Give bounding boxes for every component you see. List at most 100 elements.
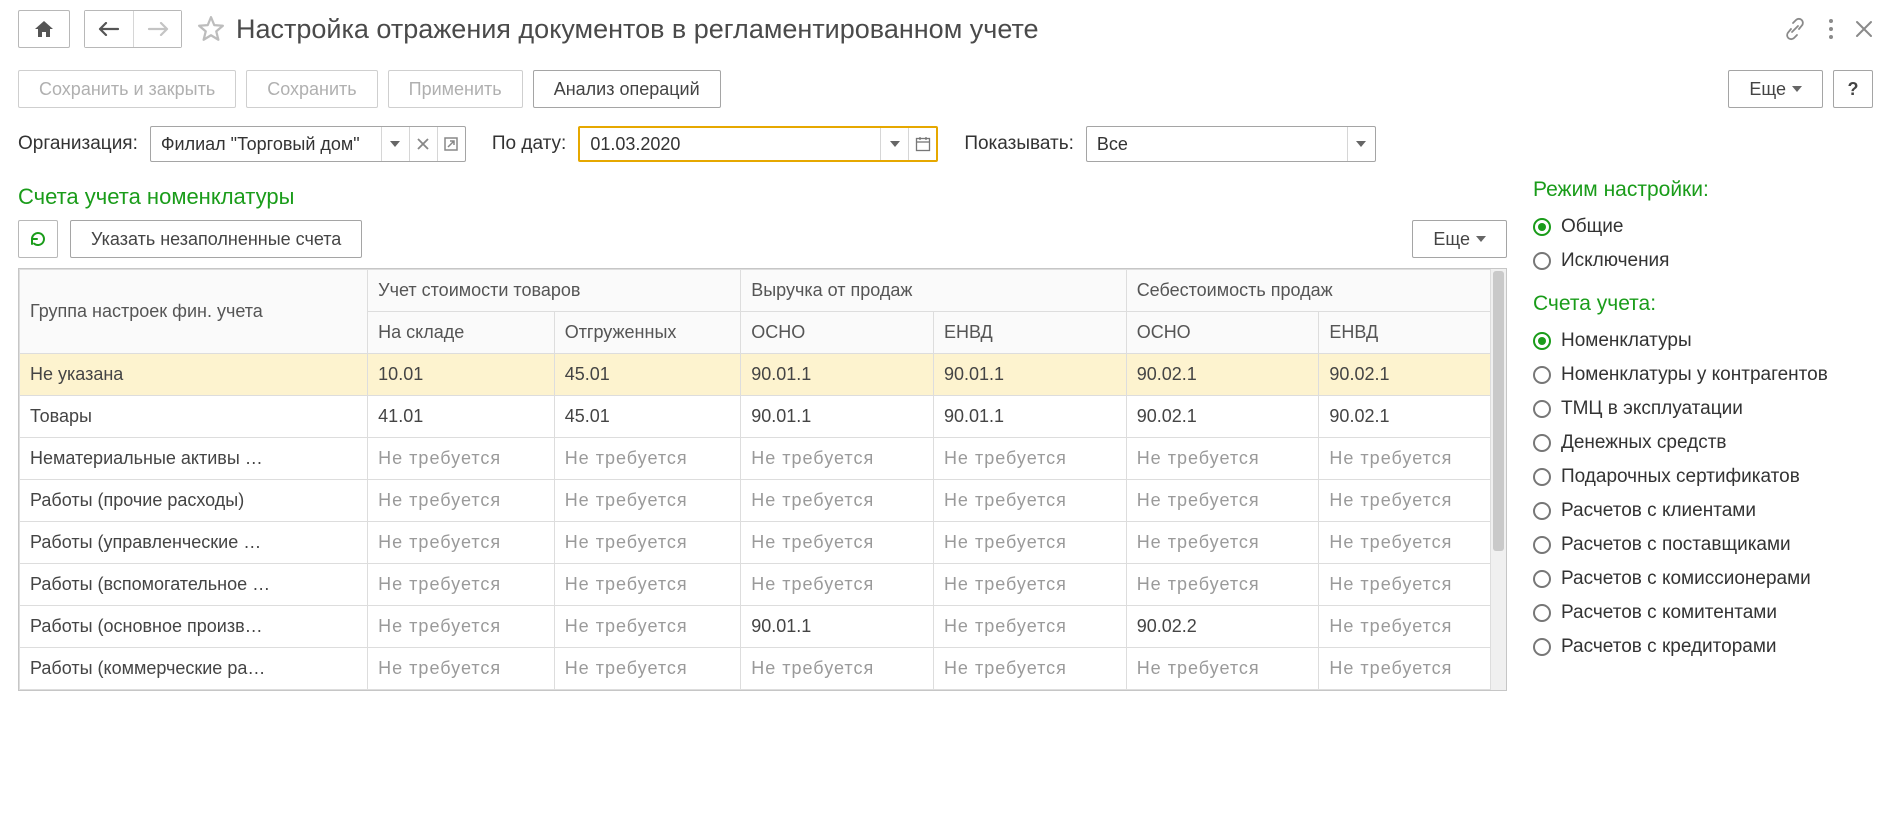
cell-cogs_o[interactable]: Не требуется bbox=[1126, 522, 1319, 564]
nav-back-button[interactable] bbox=[85, 11, 133, 47]
cell-shipped[interactable]: Не требуется bbox=[554, 564, 741, 606]
col-cogs-envd-header[interactable]: ЕНВД bbox=[1319, 312, 1506, 354]
cell-cogs_e[interactable]: Не требуется bbox=[1319, 522, 1506, 564]
col-rev-envd-header[interactable]: ЕНВД bbox=[933, 312, 1126, 354]
cell-cogs_e[interactable]: 90.02.1 bbox=[1319, 354, 1506, 396]
accounts-option[interactable]: Расчетов с кредиторами bbox=[1533, 630, 1873, 664]
col-revenue-header[interactable]: Выручка от продаж bbox=[741, 270, 1126, 312]
organization-select[interactable]: Филиал "Торговый дом" bbox=[150, 126, 466, 162]
cell-rev_e[interactable]: 90.01.1 bbox=[933, 396, 1126, 438]
cell-stock[interactable]: 10.01 bbox=[368, 354, 555, 396]
col-group-header[interactable]: Группа настроек фин. учета bbox=[20, 270, 368, 354]
cell-name[interactable]: Работы (вспомогательное … bbox=[20, 564, 368, 606]
cell-name[interactable]: Не указана bbox=[20, 354, 368, 396]
table-row[interactable]: Работы (управленческие …Не требуетсяНе т… bbox=[20, 522, 1506, 564]
show-dropdown-button[interactable] bbox=[1347, 127, 1375, 161]
cell-rev_o[interactable]: 90.01.1 bbox=[741, 354, 934, 396]
cell-name[interactable]: Товары bbox=[20, 396, 368, 438]
accounts-option[interactable]: Расчетов с клиентами bbox=[1533, 494, 1873, 528]
cell-rev_o[interactable]: 90.01.1 bbox=[741, 396, 934, 438]
cell-cogs_o[interactable]: 90.02.1 bbox=[1126, 354, 1319, 396]
cell-rev_e[interactable]: Не требуется bbox=[933, 564, 1126, 606]
date-calendar-button[interactable] bbox=[908, 128, 936, 160]
table-row[interactable]: Работы (коммерческие ра…Не требуетсяНе т… bbox=[20, 648, 1506, 690]
nav-forward-button[interactable] bbox=[133, 11, 181, 47]
table-row[interactable]: Работы (вспомогательное …Не требуетсяНе … bbox=[20, 564, 1506, 606]
cell-cogs_e[interactable]: Не требуется bbox=[1319, 606, 1506, 648]
cell-rev_o[interactable]: Не требуется bbox=[741, 438, 934, 480]
accounts-option[interactable]: Расчетов с комитентами bbox=[1533, 596, 1873, 630]
cell-cogs_o[interactable]: Не требуется bbox=[1126, 438, 1319, 480]
kebab-menu-button[interactable] bbox=[1827, 17, 1835, 41]
accounts-option[interactable]: Денежных средств bbox=[1533, 426, 1873, 460]
cell-rev_e[interactable]: Не требуется bbox=[933, 606, 1126, 648]
table-row[interactable]: Не указана10.0145.0190.01.190.01.190.02.… bbox=[20, 354, 1506, 396]
analyze-operations-button[interactable]: Анализ операций bbox=[533, 70, 721, 108]
col-rev-osno-header[interactable]: ОСНО bbox=[741, 312, 934, 354]
cell-cogs_o[interactable]: Не требуется bbox=[1126, 648, 1319, 690]
cell-stock[interactable]: Не требуется bbox=[368, 606, 555, 648]
favorite-star-button[interactable] bbox=[196, 14, 226, 44]
cell-cogs_e[interactable]: Не требуется bbox=[1319, 480, 1506, 522]
accounts-option[interactable]: Подарочных сертификатов bbox=[1533, 460, 1873, 494]
cell-rev_o[interactable]: Не требуется bbox=[741, 522, 934, 564]
cell-name[interactable]: Нематериальные активы … bbox=[20, 438, 368, 480]
cell-stock[interactable]: Не требуется bbox=[368, 648, 555, 690]
cell-rev_o[interactable]: Не требуется bbox=[741, 648, 934, 690]
save-button[interactable]: Сохранить bbox=[246, 70, 377, 108]
cell-name[interactable]: Работы (управленческие … bbox=[20, 522, 368, 564]
apply-button[interactable]: Применить bbox=[388, 70, 523, 108]
cell-shipped[interactable]: 45.01 bbox=[554, 396, 741, 438]
table-row[interactable]: Работы (прочие расходы)Не требуетсяНе тр… bbox=[20, 480, 1506, 522]
cell-cogs_e[interactable]: Не требуется bbox=[1319, 648, 1506, 690]
help-button[interactable]: ? bbox=[1833, 70, 1873, 108]
cell-shipped[interactable]: Не требуется bbox=[554, 648, 741, 690]
mode-option[interactable]: Исключения bbox=[1533, 244, 1873, 278]
cell-shipped[interactable]: Не требуется bbox=[554, 480, 741, 522]
cell-rev_e[interactable]: Не требуется bbox=[933, 480, 1126, 522]
show-select[interactable]: Все bbox=[1086, 126, 1376, 162]
save-and-close-button[interactable]: Сохранить и закрыть bbox=[18, 70, 236, 108]
cell-rev_e[interactable]: Не требуется bbox=[933, 438, 1126, 480]
cell-stock[interactable]: Не требуется bbox=[368, 438, 555, 480]
fill-unfilled-accounts-button[interactable]: Указать незаполненные счета bbox=[70, 220, 362, 258]
link-icon-button[interactable] bbox=[1783, 17, 1807, 41]
table-row[interactable]: Нематериальные активы …Не требуетсяНе тр… bbox=[20, 438, 1506, 480]
organization-open-button[interactable] bbox=[437, 127, 465, 161]
cell-cogs_o[interactable]: Не требуется bbox=[1126, 564, 1319, 606]
organization-dropdown-button[interactable] bbox=[381, 127, 409, 161]
organization-clear-button[interactable] bbox=[409, 127, 437, 161]
cell-cogs_o[interactable]: 90.02.2 bbox=[1126, 606, 1319, 648]
mode-option[interactable]: Общие bbox=[1533, 210, 1873, 244]
table-row[interactable]: Товары41.0145.0190.01.190.01.190.02.190.… bbox=[20, 396, 1506, 438]
cell-cogs_e[interactable]: Не требуется bbox=[1319, 564, 1506, 606]
date-dropdown-button[interactable] bbox=[880, 128, 908, 160]
scrollbar-thumb[interactable] bbox=[1493, 271, 1504, 551]
accounts-option[interactable]: Расчетов с комиссионерами bbox=[1533, 562, 1873, 596]
cell-cogs_e[interactable]: Не требуется bbox=[1319, 438, 1506, 480]
home-button[interactable] bbox=[18, 10, 70, 48]
cell-name[interactable]: Работы (коммерческие ра… bbox=[20, 648, 368, 690]
cell-rev_e[interactable]: Не требуется bbox=[933, 648, 1126, 690]
cell-stock[interactable]: Не требуется bbox=[368, 480, 555, 522]
accounts-option[interactable]: Расчетов с поставщиками bbox=[1533, 528, 1873, 562]
col-cogs-header[interactable]: Себестоимость продаж bbox=[1126, 270, 1505, 312]
cell-cogs_e[interactable]: 90.02.1 bbox=[1319, 396, 1506, 438]
cell-rev_o[interactable]: Не требуется bbox=[741, 564, 934, 606]
cell-rev_e[interactable]: 90.01.1 bbox=[933, 354, 1126, 396]
col-cost-shipped-header[interactable]: Отгруженных bbox=[554, 312, 741, 354]
cell-shipped[interactable]: Не требуется bbox=[554, 438, 741, 480]
table-row[interactable]: Работы (основное произв…Не требуетсяНе т… bbox=[20, 606, 1506, 648]
cell-shipped[interactable]: 45.01 bbox=[554, 354, 741, 396]
cell-rev_e[interactable]: Не требуется bbox=[933, 522, 1126, 564]
col-cost-stock-header[interactable]: На складе bbox=[368, 312, 555, 354]
cell-shipped[interactable]: Не требуется bbox=[554, 522, 741, 564]
accounts-option[interactable]: Номенклатуры bbox=[1533, 324, 1873, 358]
accounts-option[interactable]: ТМЦ в эксплуатации bbox=[1533, 392, 1873, 426]
more-menu-button[interactable]: Еще bbox=[1728, 70, 1823, 108]
cell-stock[interactable]: Не требуется bbox=[368, 564, 555, 606]
cell-stock[interactable]: Не требуется bbox=[368, 522, 555, 564]
col-cost-header[interactable]: Учет стоимости товаров bbox=[368, 270, 741, 312]
accounts-option[interactable]: Номенклатуры у контрагентов bbox=[1533, 358, 1873, 392]
cell-rev_o[interactable]: Не требуется bbox=[741, 480, 934, 522]
